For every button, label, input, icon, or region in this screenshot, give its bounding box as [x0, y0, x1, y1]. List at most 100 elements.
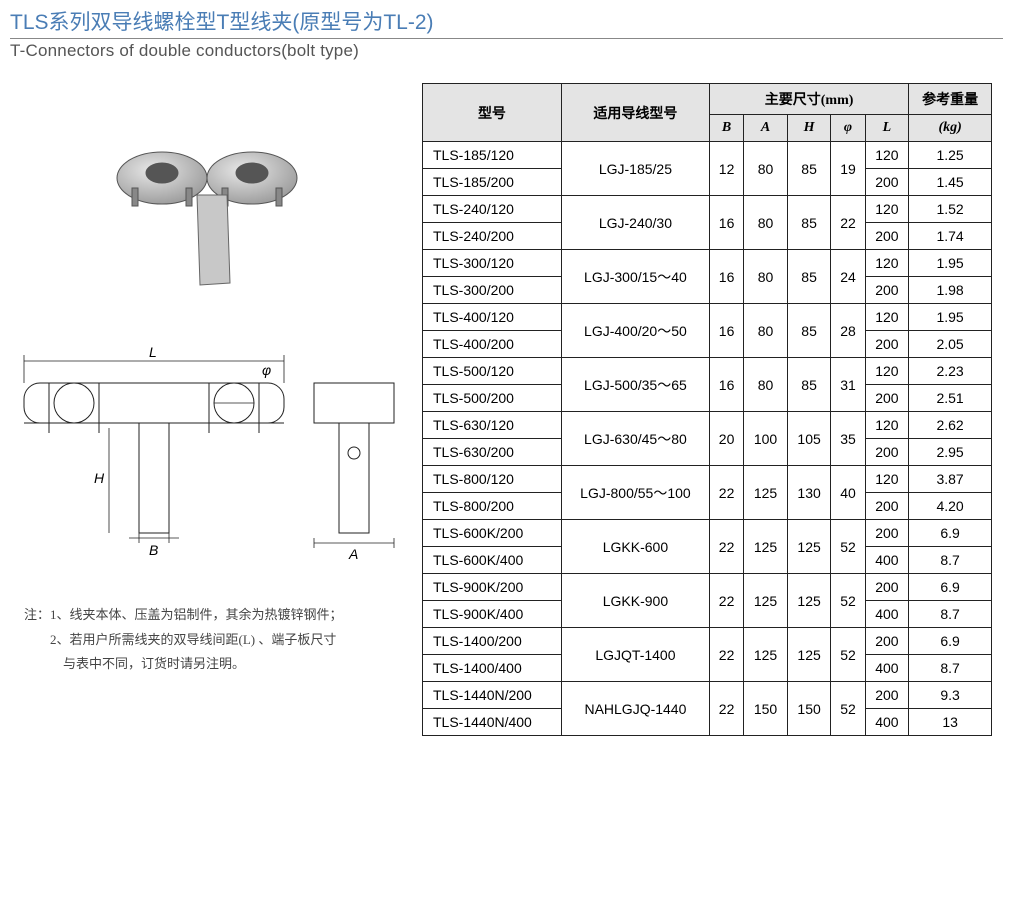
cell-B: 22: [709, 682, 743, 736]
cell-conductor: LGJQT-1400: [561, 628, 709, 682]
cell-L: 400: [865, 709, 909, 736]
cell-L: 120: [865, 412, 909, 439]
cell-L: 200: [865, 385, 909, 412]
th-L: L: [865, 115, 909, 142]
cell-kg: 2.05: [909, 331, 992, 358]
cell-model: TLS-1400/400: [423, 655, 562, 682]
cell-model: TLS-900K/400: [423, 601, 562, 628]
cell-model: TLS-500/120: [423, 358, 562, 385]
dim-label-A: A: [348, 546, 358, 562]
table-row: TLS-1440N/200NAHLGJQ-144022150150522009.…: [423, 682, 992, 709]
cell-kg: 2.23: [909, 358, 992, 385]
cell-H: 85: [787, 196, 831, 250]
cell-phi: 52: [831, 520, 865, 574]
cell-L: 200: [865, 628, 909, 655]
cell-model: TLS-185/120: [423, 142, 562, 169]
cell-L: 200: [865, 439, 909, 466]
th-dims: 主要尺寸(mm): [709, 84, 908, 115]
th-model: 型号: [423, 84, 562, 142]
cell-L: 200: [865, 574, 909, 601]
cell-H: 85: [787, 358, 831, 412]
cell-model: TLS-300/120: [423, 250, 562, 277]
cell-model: TLS-630/200: [423, 439, 562, 466]
cell-A: 80: [744, 250, 788, 304]
cell-model: TLS-900K/200: [423, 574, 562, 601]
cell-conductor: LGJ-630/45～80: [561, 412, 709, 466]
table-row: TLS-600K/200LGKK-60022125125522006.9: [423, 520, 992, 547]
cell-A: 80: [744, 142, 788, 196]
cell-model: TLS-500/200: [423, 385, 562, 412]
cell-model: TLS-600K/400: [423, 547, 562, 574]
cell-H: 85: [787, 304, 831, 358]
cell-L: 200: [865, 493, 909, 520]
table-row: TLS-900K/200LGKK-90022125125522006.9: [423, 574, 992, 601]
cell-A: 125: [744, 574, 788, 628]
cell-kg: 8.7: [909, 601, 992, 628]
dim-label-B: B: [149, 542, 158, 558]
cell-B: 22: [709, 574, 743, 628]
cell-conductor: NAHLGJQ-1440: [561, 682, 709, 736]
cell-model: TLS-240/120: [423, 196, 562, 223]
cell-L: 400: [865, 547, 909, 574]
cell-phi: 19: [831, 142, 865, 196]
dim-label-H: H: [94, 470, 105, 486]
cell-conductor: LGJ-800/55～100: [561, 466, 709, 520]
cell-L: 200: [865, 169, 909, 196]
cell-L: 200: [865, 223, 909, 250]
table-row: TLS-630/120LGJ-630/45～8020100105351202.6…: [423, 412, 992, 439]
cell-model: TLS-630/120: [423, 412, 562, 439]
cell-L: 200: [865, 277, 909, 304]
spec-table: 型号 适用导线型号 主要尺寸(mm) 参考重量 B A H φ L (kg) T…: [422, 83, 992, 736]
cell-A: 125: [744, 520, 788, 574]
cell-kg: 8.7: [909, 655, 992, 682]
cell-B: 22: [709, 466, 743, 520]
table-row: TLS-185/120LGJ-185/25128085191201.25: [423, 142, 992, 169]
cell-B: 16: [709, 250, 743, 304]
cell-A: 80: [744, 196, 788, 250]
cell-H: 105: [787, 412, 831, 466]
th-weight: 参考重量: [909, 84, 992, 115]
cell-phi: 31: [831, 358, 865, 412]
cell-model: TLS-800/120: [423, 466, 562, 493]
cell-H: 130: [787, 466, 831, 520]
notes-prefix: 注：: [24, 607, 50, 622]
cell-kg: 9.3: [909, 682, 992, 709]
cell-B: 20: [709, 412, 743, 466]
cell-kg: 3.87: [909, 466, 992, 493]
cell-L: 400: [865, 601, 909, 628]
cell-kg: 1.25: [909, 142, 992, 169]
cell-kg: 1.95: [909, 304, 992, 331]
cell-L: 120: [865, 466, 909, 493]
cell-conductor: LGJ-300/15～40: [561, 250, 709, 304]
cell-conductor: LGKK-600: [561, 520, 709, 574]
cell-kg: 2.95: [909, 439, 992, 466]
cell-A: 80: [744, 358, 788, 412]
cell-model: TLS-1440N/400: [423, 709, 562, 736]
cell-phi: 52: [831, 682, 865, 736]
cell-L: 200: [865, 331, 909, 358]
cell-L: 200: [865, 520, 909, 547]
product-photo: [92, 123, 332, 313]
notes-line1: 1、线夹本体、压盖为铝制件，其余为热镀锌钢件；: [50, 607, 343, 622]
cell-kg: 1.74: [909, 223, 992, 250]
cell-H: 125: [787, 574, 831, 628]
th-conductor: 适用导线型号: [561, 84, 709, 142]
cell-conductor: LGJ-240/30: [561, 196, 709, 250]
cell-model: TLS-1440N/200: [423, 682, 562, 709]
cell-kg: 1.45: [909, 169, 992, 196]
cell-A: 100: [744, 412, 788, 466]
cell-kg: 2.62: [909, 412, 992, 439]
cell-L: 400: [865, 655, 909, 682]
notes: 注：1、线夹本体、压盖为铝制件，其余为热镀锌钢件； 2、若用户所需线夹的双导线间…: [14, 603, 410, 677]
page-title-en: T-Connectors of double conductors(bolt t…: [10, 41, 1003, 61]
cell-B: 16: [709, 196, 743, 250]
table-row: TLS-500/120LGJ-500/35～65168085311202.23: [423, 358, 992, 385]
cell-phi: 22: [831, 196, 865, 250]
cell-H: 125: [787, 520, 831, 574]
cell-phi: 52: [831, 628, 865, 682]
cell-L: 120: [865, 250, 909, 277]
cell-A: 125: [744, 628, 788, 682]
th-A: A: [744, 115, 788, 142]
cell-kg: 6.9: [909, 520, 992, 547]
cell-L: 200: [865, 682, 909, 709]
